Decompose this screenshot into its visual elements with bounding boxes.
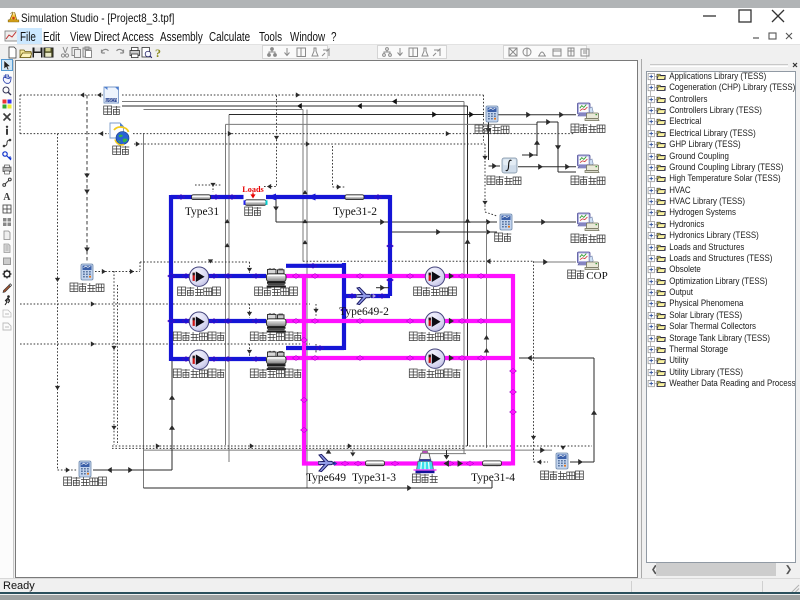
svg-text:USER: USER [105, 97, 117, 102]
svg-text:A: A [3, 192, 11, 202]
svg-text:COP: COP [586, 270, 607, 282]
svg-text:Type31: Type31 [185, 206, 220, 218]
svg-text:Type31-4: Type31-4 [471, 472, 515, 484]
svg-text:Type649: Type649 [306, 472, 346, 484]
svg-text:Type31-2: Type31-2 [333, 206, 377, 218]
svg-text:Type649-2: Type649-2 [339, 306, 389, 318]
svg-text:?: ? [155, 46, 161, 59]
svg-text:Type31-3: Type31-3 [352, 472, 396, 484]
